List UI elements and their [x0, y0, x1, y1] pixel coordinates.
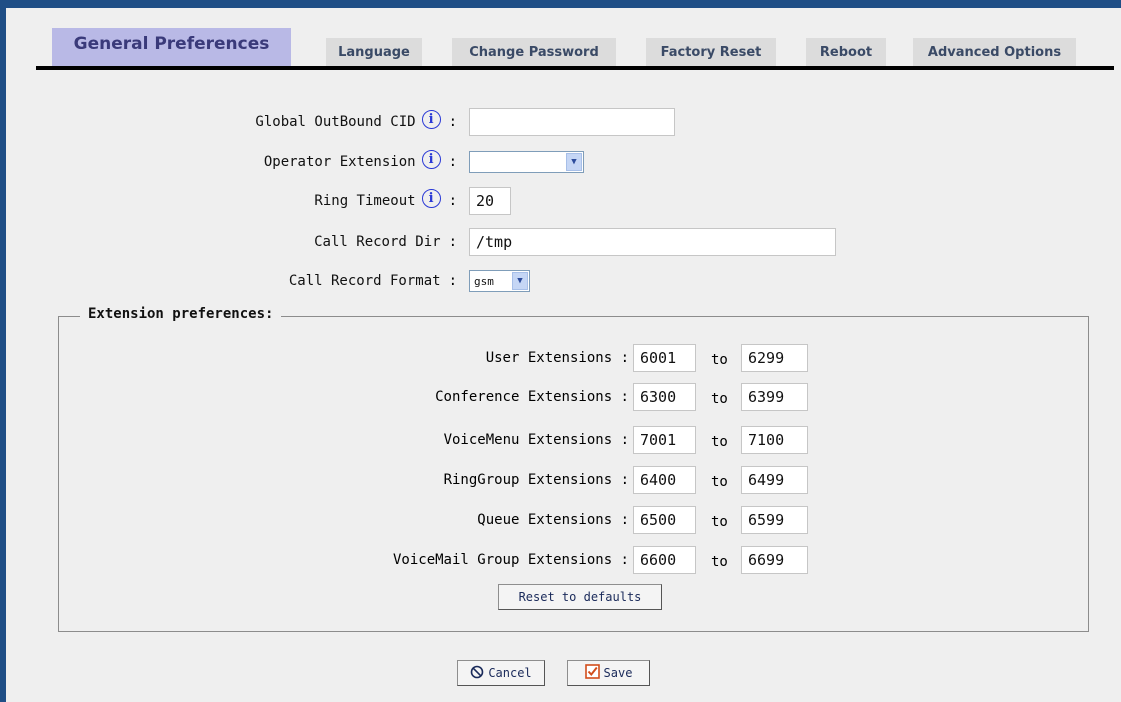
voicemenu-extensions-to[interactable]: [741, 426, 808, 454]
voicemail-group-extensions-to[interactable]: [741, 546, 808, 574]
info-icon[interactable]: i: [421, 188, 441, 208]
ringgroup-extensions-to[interactable]: [741, 466, 808, 494]
voicemail-group-extensions-label: VoiceMail Group Extensions :: [392, 552, 629, 568]
colon: :: [448, 114, 457, 130]
conference-extensions-from[interactable]: [633, 383, 696, 411]
call-record-dir-row: Call Record Dir :: [6, 227, 1121, 257]
user-extensions-label: User Extensions :: [485, 350, 629, 366]
tab-language[interactable]: Language: [326, 38, 422, 66]
queue-extensions-label: Queue Extensions :: [477, 512, 629, 528]
outbound-cid-row: Global OutBound CID i :: [6, 107, 1121, 137]
ring-timeout-label: Ring Timeout: [314, 193, 416, 209]
user-extensions-from[interactable]: [633, 344, 696, 372]
operator-extension-row: Operator Extension i : ▼: [6, 147, 1121, 177]
to-label: to: [711, 554, 728, 570]
call-record-dir-input[interactable]: [469, 228, 836, 256]
user-extensions-row: User Extensions : to: [6, 344, 1121, 374]
outbound-cid-label: Global OutBound CID: [255, 114, 416, 130]
outbound-cid-input[interactable]: [469, 108, 675, 136]
to-label: to: [711, 391, 728, 407]
voicemenu-extensions-from[interactable]: [633, 426, 696, 454]
conference-extensions-row: Conference Extensions : to: [6, 383, 1121, 413]
chevron-down-icon[interactable]: ▼: [566, 153, 582, 171]
call-record-dir-label: Call Record Dir: [314, 234, 441, 250]
cancel-button[interactable]: Cancel: [457, 660, 545, 686]
checkbox-check-icon: [584, 664, 600, 682]
to-label: to: [711, 352, 728, 368]
reset-to-defaults-button[interactable]: Reset to defaults: [498, 584, 662, 610]
user-extensions-to[interactable]: [741, 344, 808, 372]
tab-change-password[interactable]: Change Password: [452, 38, 616, 66]
extension-preferences-legend: Extension preferences:: [80, 306, 282, 322]
tab-divider: [36, 66, 1114, 70]
chevron-down-icon[interactable]: ▼: [512, 272, 528, 290]
ringgroup-extensions-row: RingGroup Extensions : to: [6, 466, 1121, 496]
save-button[interactable]: Save: [567, 660, 650, 686]
operator-extension-select[interactable]: ▼: [469, 151, 584, 173]
ringgroup-extensions-from[interactable]: [633, 466, 696, 494]
voicemail-group-extensions-row: VoiceMail Group Extensions : to: [6, 546, 1121, 576]
ring-timeout-input[interactable]: [469, 187, 511, 215]
info-icon[interactable]: i: [421, 109, 441, 129]
colon: :: [448, 154, 457, 170]
call-record-format-value: gsm: [474, 274, 494, 288]
colon: :: [448, 234, 457, 250]
tab-reboot[interactable]: Reboot: [806, 38, 886, 66]
colon: :: [448, 273, 457, 289]
tab-advanced-options[interactable]: Advanced Options: [913, 38, 1076, 66]
tab-factory-reset[interactable]: Factory Reset: [646, 38, 776, 66]
call-record-format-label: Call Record Format: [288, 273, 441, 289]
ring-timeout-row: Ring Timeout i :: [6, 186, 1121, 216]
queue-extensions-row: Queue Extensions : to: [6, 506, 1121, 536]
conference-extensions-to[interactable]: [741, 383, 808, 411]
cancel-circle-icon: [470, 665, 484, 682]
to-label: to: [711, 474, 728, 490]
info-icon[interactable]: i: [421, 149, 441, 169]
voicemail-group-extensions-from[interactable]: [633, 546, 696, 574]
save-label: Save: [603, 666, 633, 680]
conference-extensions-label: Conference Extensions :: [435, 389, 629, 405]
call-record-format-row: Call Record Format : gsm ▼: [6, 266, 1121, 296]
tab-general-preferences[interactable]: General Preferences: [52, 28, 291, 66]
colon: :: [448, 193, 457, 209]
operator-extension-label: Operator Extension: [263, 154, 416, 170]
tab-bar: General Preferences Language Change Pass…: [6, 8, 1121, 78]
settings-frame: General Preferences Language Change Pass…: [6, 8, 1121, 702]
queue-extensions-to[interactable]: [741, 506, 808, 534]
cancel-label: Cancel: [488, 666, 532, 680]
queue-extensions-from[interactable]: [633, 506, 696, 534]
voicemenu-extensions-row: VoiceMenu Extensions : to: [6, 426, 1121, 456]
call-record-format-select[interactable]: gsm ▼: [469, 270, 530, 292]
reset-to-defaults-label: Reset to defaults: [518, 590, 642, 604]
to-label: to: [711, 434, 728, 450]
ringgroup-extensions-label: RingGroup Extensions :: [443, 472, 629, 488]
voicemenu-extensions-label: VoiceMenu Extensions :: [443, 432, 629, 448]
to-label: to: [711, 514, 728, 530]
